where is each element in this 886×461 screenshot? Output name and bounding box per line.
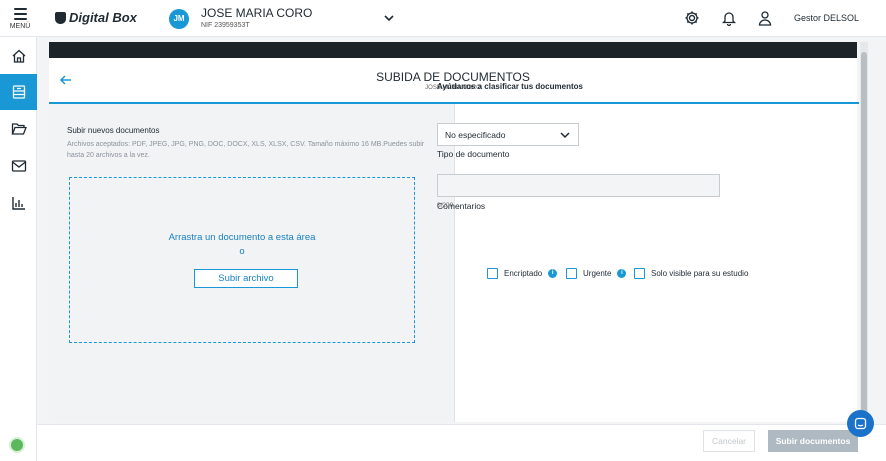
info-icon[interactable]: i (617, 269, 627, 278)
comments-input[interactable] (437, 174, 720, 197)
encrypted-checkbox[interactable] (487, 268, 498, 279)
upload-panel: SUBIDA DE DOCUMENTOS JOSE MARIA CORO Sub… (49, 42, 859, 422)
chat-button[interactable] (847, 410, 874, 437)
checkbox-studio-only[interactable]: Solo visible para su estudio (634, 268, 748, 279)
client-name[interactable]: JOSE MARIA CORO (201, 6, 312, 20)
drop-zone-text: Arrastra un documento a esta área (168, 232, 316, 243)
status-indicator-icon[interactable] (9, 437, 25, 453)
menu-label: MENÚ (9, 23, 31, 30)
checkbox-encrypted[interactable]: Encriptado i (487, 268, 558, 279)
sidebar-item-mail[interactable] (0, 148, 37, 184)
submit-documents-button[interactable]: Subir documentos (768, 430, 858, 452)
info-icon[interactable]: i (548, 269, 558, 278)
sidebar-item-documents[interactable] (0, 74, 37, 110)
doc-type-value: No especificado (445, 130, 506, 140)
menu-button[interactable]: MENÚ (0, 0, 40, 37)
encrypted-label: Encriptado (504, 269, 543, 278)
scrollbar[interactable] (860, 42, 868, 424)
doc-type-select[interactable]: No especificado (437, 123, 579, 146)
cancel-button[interactable]: Cancelar (703, 430, 755, 452)
drop-zone[interactable]: Arrastra un documento a esta área o Subi… (69, 177, 415, 343)
panel-header-bar (49, 42, 857, 58)
brand-mark-icon (55, 11, 66, 24)
brand-name: Digital Box (69, 10, 137, 25)
studio-only-label: Solo visible para su estudio (651, 269, 749, 278)
sidebar-item-home[interactable] (0, 38, 37, 74)
chat-icon (854, 417, 867, 430)
upload-column: Subir nuevos documentos Archivos aceptad… (49, 104, 454, 422)
gear-icon[interactable] (684, 10, 700, 26)
studio-only-checkbox[interactable] (634, 268, 645, 279)
doc-type-label: Tipo de documento (437, 149, 510, 159)
upload-hint: Archivos aceptados: PDF, JPEG, JPG, PNG,… (67, 141, 425, 159)
client-avatar: JM (169, 9, 189, 29)
checkbox-urgent[interactable]: Urgente i (566, 268, 627, 279)
chevron-down-icon (560, 132, 570, 139)
sidebar (0, 37, 37, 461)
sidebar-item-folders[interactable] (0, 111, 37, 147)
urgent-checkbox[interactable] (566, 268, 577, 279)
upload-file-button[interactable]: Subir archivo (194, 269, 298, 288)
sidebar-item-stats[interactable] (0, 185, 37, 221)
comments-counter: 0/200 (437, 202, 454, 209)
chevron-down-icon[interactable] (383, 12, 395, 24)
footer-bar: Cancelar Subir documentos (37, 424, 886, 461)
client-nif: NIF 23959353T (201, 22, 250, 29)
mail-icon (11, 160, 26, 172)
document-box-icon (12, 85, 25, 99)
upload-title: Subir nuevos documentos (67, 126, 160, 135)
home-icon (12, 49, 25, 63)
bell-icon[interactable] (721, 10, 737, 26)
classify-title: Ayúdanos a clasificar tus documentos (437, 82, 583, 91)
user-label[interactable]: Gestor DELSOL (794, 13, 859, 23)
top-bar: MENÚ Digital Box JM JOSE MARIA CORO NIF … (0, 0, 886, 37)
scrollbar-thumb[interactable] (861, 52, 867, 414)
brand-logo[interactable]: Digital Box (55, 10, 137, 25)
hamburger-icon (14, 8, 27, 23)
bar-chart-icon (11, 197, 25, 210)
folder-icon (11, 123, 27, 135)
user-icon[interactable] (757, 10, 773, 26)
urgent-label: Urgente (583, 269, 612, 278)
drop-zone-or: o (239, 246, 245, 257)
